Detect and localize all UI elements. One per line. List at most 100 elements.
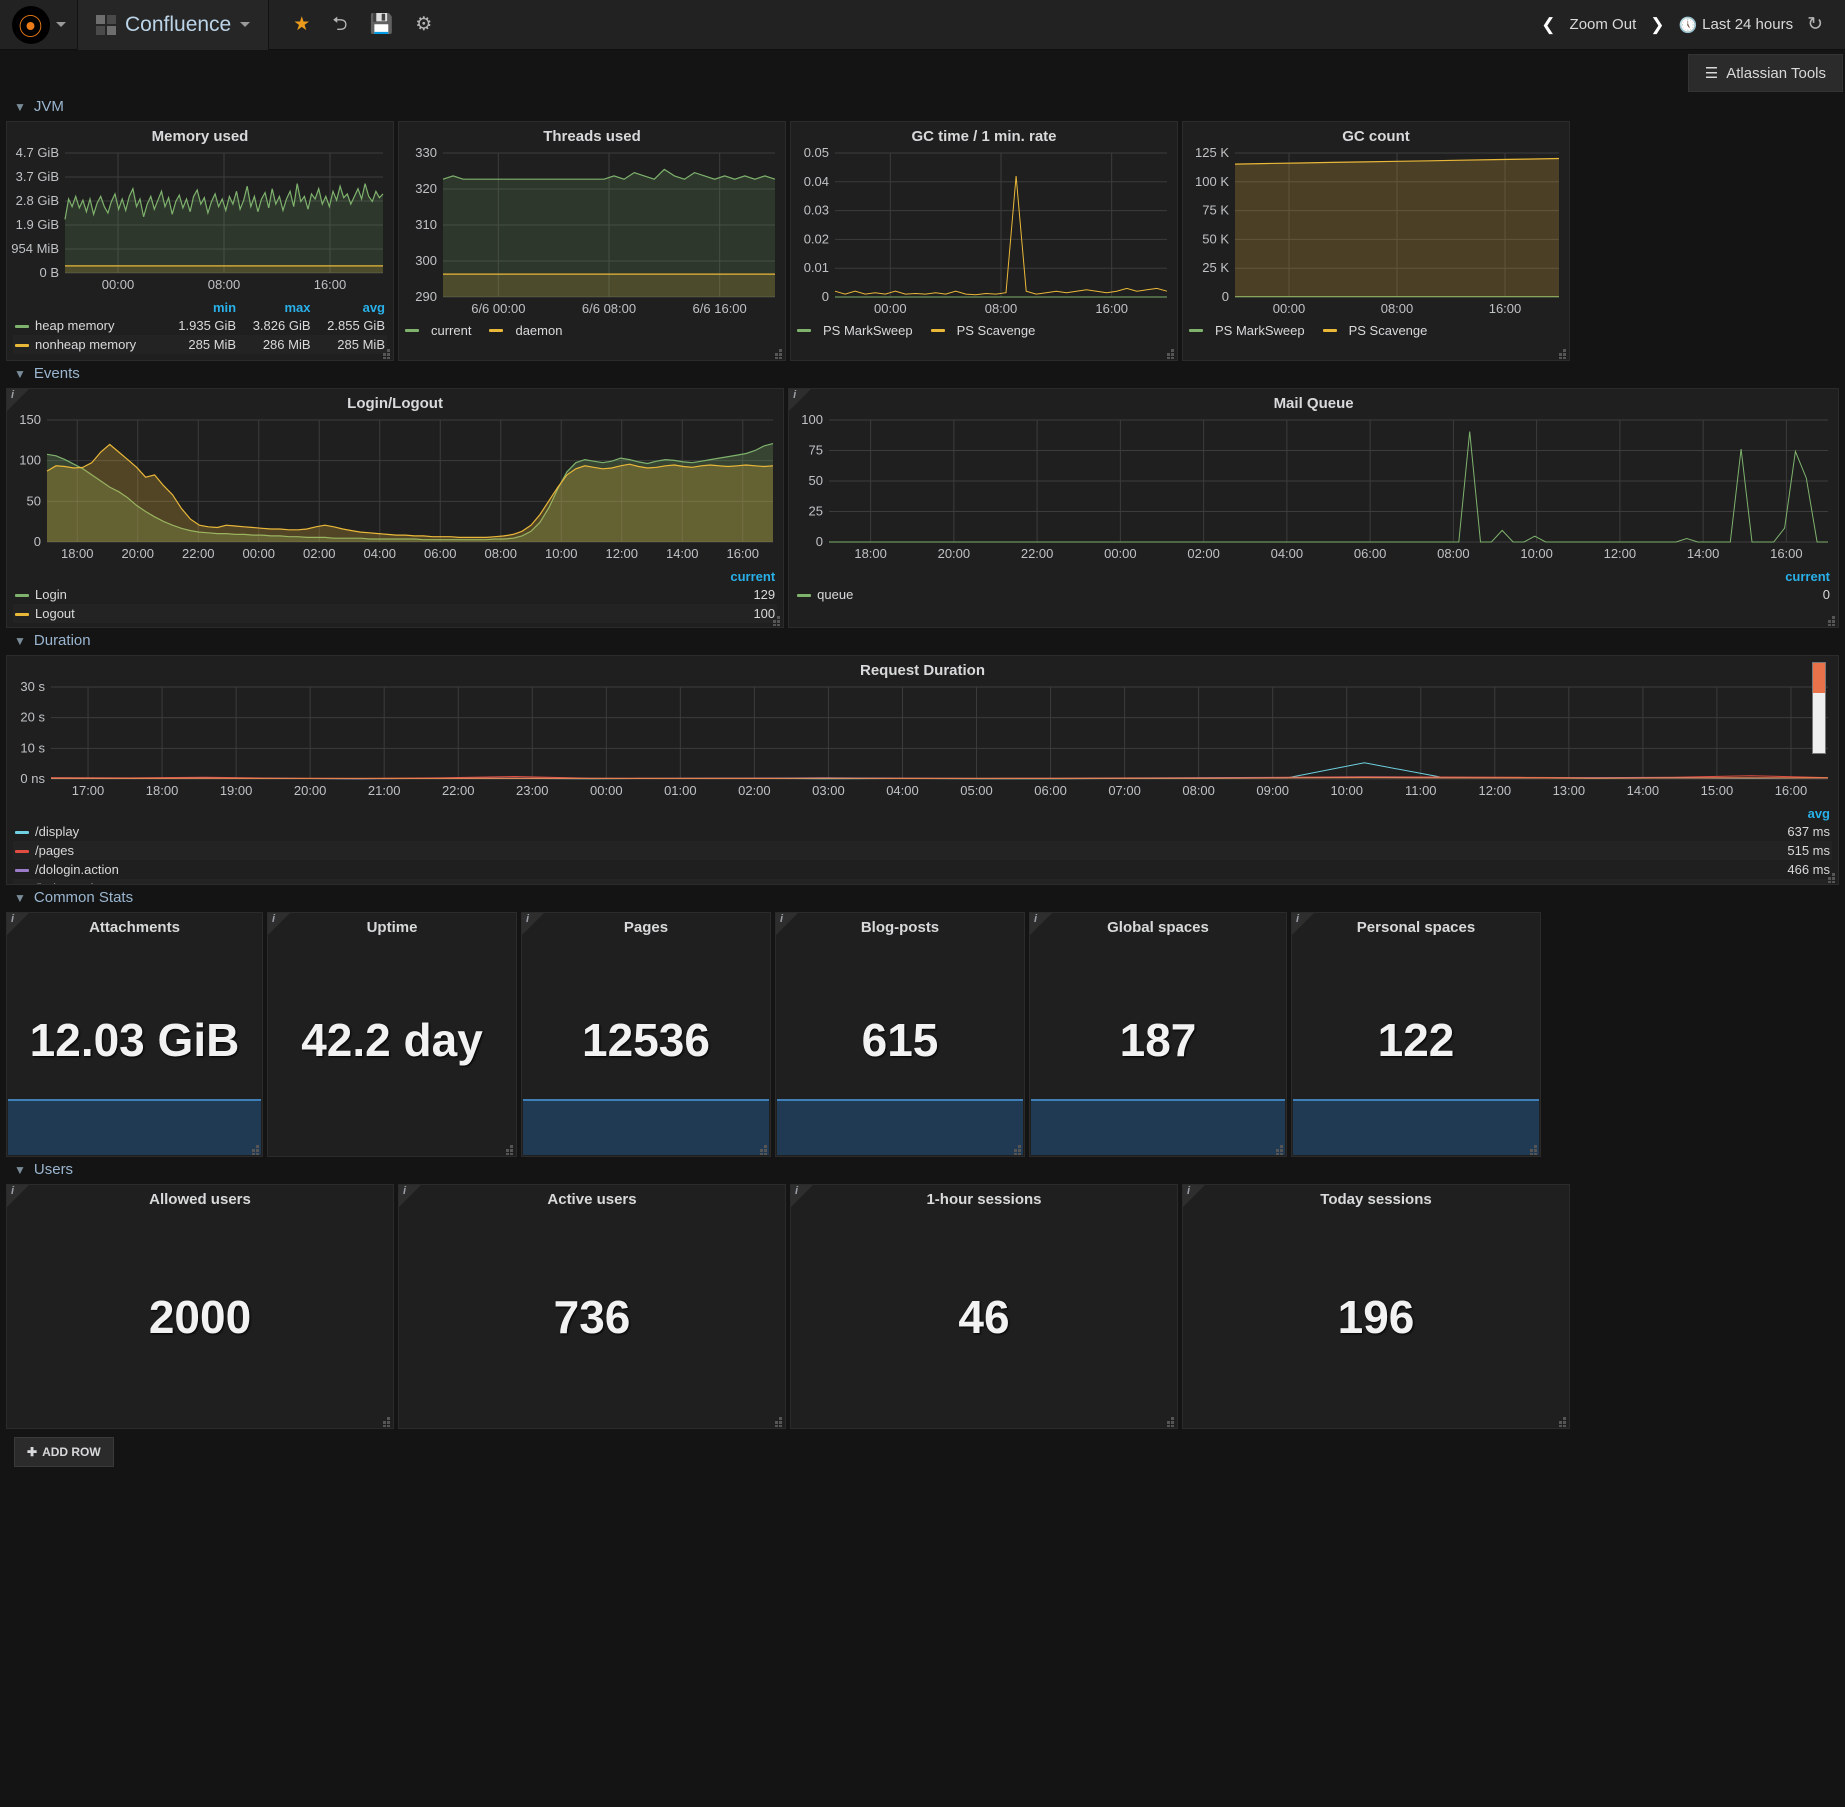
legend-series-name[interactable]: /index.action [13,879,1283,884]
chevron-down-icon[interactable]: ▼ [14,367,26,381]
legend-item[interactable]: current [405,323,471,338]
legend-row[interactable]: /pages 515 ms [13,841,1832,860]
chevron-down-icon[interactable]: ▼ [14,634,26,648]
graph-gc-count[interactable]: 0 25 K 50 K 75 K 100 K 125 K 00:00 08:00 16:00 [1183,147,1569,319]
share-icon[interactable]: ⮌ [332,15,347,34]
resize-grip[interactable] [1274,1145,1284,1155]
info-icon[interactable]: i [1034,913,1037,925]
panel-title: Threads used [543,128,641,145]
info-icon[interactable]: i [11,1185,14,1197]
row-header-users[interactable]: ▼ Users [0,1157,1845,1184]
panel-stat-attachments: i Attachments 12.03 GiB [6,912,263,1157]
legend-row[interactable]: Logout 100 [13,604,778,623]
resize-grip[interactable] [1557,349,1567,359]
legend-row[interactable]: Login 129 [13,585,777,604]
info-icon[interactable]: i [272,913,275,925]
chevron-down-icon[interactable] [240,22,251,27]
info-icon[interactable]: i [795,1185,798,1197]
legend-series-name[interactable]: /dologin.action [13,860,1283,879]
info-icon[interactable]: i [793,389,796,401]
dashboard-selector[interactable]: Confluence [78,0,270,50]
star-icon[interactable]: ★ [293,15,310,34]
legend-col-avg[interactable]: avg [313,299,387,316]
row-header-events[interactable]: ▼ Events [0,361,1845,388]
resize-grip[interactable] [381,1417,391,1427]
graph-memory-used[interactable]: 0 B 954 MiB 1.9 GiB 2.8 GiB 3.7 GiB 4.7 GiB 00… [7,147,393,295]
zoom-right-arrow-icon[interactable]: ❯ [1650,15,1664,35]
gear-icon[interactable]: ⚙ [415,15,432,34]
legend-item[interactable]: PS MarkSweep [797,323,913,338]
legend-row[interactable]: /index.action431 ms [13,879,1832,884]
time-range-picker[interactable]: 🕔 Last 24 hours [1678,16,1793,34]
legend-row[interactable]: /dologin.action 466 ms [13,860,1832,879]
resize-grip[interactable] [1826,873,1836,883]
legend-item[interactable]: PS Scavenge [1322,323,1427,338]
resize-grip[interactable] [1012,1145,1022,1155]
chevron-down-icon[interactable]: ▼ [14,1163,26,1177]
graph-gc-time[interactable]: 0 0.01 0.02 0.03 0.04 0.05 00:00 08:00 16:00 [791,147,1177,319]
legend-item[interactable]: PS Scavenge [930,323,1035,338]
legend-row[interactable]: heap memory 1.935 GiB 3.826 GiB 2.855 GiB [13,316,387,335]
legend-series-name[interactable]: Logout [13,604,446,623]
legend-series-name[interactable]: queue [795,585,1367,604]
row-header-common-stats[interactable]: ▼ Common Stats [0,885,1845,912]
legend-scrollbar-thumb[interactable] [1813,663,1825,693]
save-icon[interactable]: 💾 [370,15,394,34]
info-icon[interactable]: i [11,389,14,401]
panel-title: Memory used [151,128,249,145]
legend-series-name[interactable]: /pages [13,841,1283,860]
legend-item[interactable]: PS MarkSweep [1189,323,1305,338]
legend-series-name[interactable]: Login [13,585,446,604]
resize-grip[interactable] [381,349,391,359]
resize-grip[interactable] [1165,1417,1175,1427]
resize-grip[interactable] [1557,1417,1567,1427]
chevron-down-icon[interactable]: ▼ [14,100,26,114]
graph-request-duration[interactable]: 0 ns 10 s 20 s 30 s 17:00 18:00 19:00 20:00 21:0… [7,681,1838,801]
legend-color-key [15,613,29,617]
atlassian-tools-button[interactable]: ☰ Atlassian Tools [1687,54,1843,92]
add-row-button[interactable]: ✚ ADD ROW [14,1437,114,1467]
resize-grip[interactable] [758,1145,768,1155]
resize-grip[interactable] [1165,349,1175,359]
row-header-duration[interactable]: ▼ Duration [0,628,1845,655]
zoom-out-button[interactable]: Zoom Out [1570,16,1637,33]
resize-grip[interactable] [1528,1145,1538,1155]
resize-grip[interactable] [1826,616,1836,626]
info-icon[interactable]: i [526,913,529,925]
legend-col-min[interactable]: min [164,299,238,316]
legend-series-name[interactable]: /display [13,822,1283,841]
chevron-down-icon[interactable] [55,22,66,27]
chevron-down-icon[interactable]: ▼ [14,891,26,905]
row-header-jvm[interactable]: ▼ JVM [0,94,1845,121]
legend-col-current[interactable]: current [1368,568,1832,585]
grafana-logo-icon[interactable]: ⦿ [11,5,50,44]
resize-grip[interactable] [771,616,782,626]
legend-row[interactable]: /display 637 ms [13,822,1832,841]
legend-scrollbar[interactable] [1812,662,1826,754]
legend-col-max[interactable]: max [238,299,312,316]
graph-login-logout[interactable]: 0 50 100 150 18:00 20:00 22:00 00:00 02:00 04:00 0… [7,414,783,564]
resize-grip[interactable] [504,1145,514,1155]
resize-grip[interactable] [773,1417,783,1427]
info-icon[interactable]: i [780,913,783,925]
info-icon[interactable]: i [403,1185,406,1197]
svg-text:1.9 GiB: 1.9 GiB [16,217,59,232]
resize-grip[interactable] [250,1145,260,1155]
legend-row[interactable]: nonheap memory 285 MiB 286 MiB 285 MiB [13,335,387,354]
info-icon[interactable]: i [11,913,14,925]
legend-row[interactable]: queue 0 [795,585,1832,604]
legend-col-avg[interactable]: avg [1283,805,1832,822]
legend-item[interactable]: daemon [489,323,562,338]
resize-grip[interactable] [773,349,783,359]
legend-series-name[interactable]: nonheap memory [13,335,164,354]
info-icon[interactable]: i [1187,1185,1190,1197]
legend-col-current[interactable]: current [446,568,777,585]
logo-area[interactable]: ⦿ [0,0,78,50]
info-icon[interactable]: i [1296,913,1299,925]
zoom-left-arrow-icon[interactable]: ❮ [1541,15,1555,35]
legend-memory-used: min max avg heap memory 1.935 GiB 3.826 GiB 2.… [7,295,393,356]
legend-series-name[interactable]: heap memory [13,316,164,335]
graph-mail-queue[interactable]: 0 25 50 75 100 18:00 20:00 22:00 00:00 02:00 04:00… [789,414,1838,564]
graph-threads-used[interactable]: 290 300 310 320 330 6/6 00:00 6/6 08:00 6/6 16:… [399,147,785,319]
refresh-icon[interactable]: ↻ [1807,15,1823,34]
